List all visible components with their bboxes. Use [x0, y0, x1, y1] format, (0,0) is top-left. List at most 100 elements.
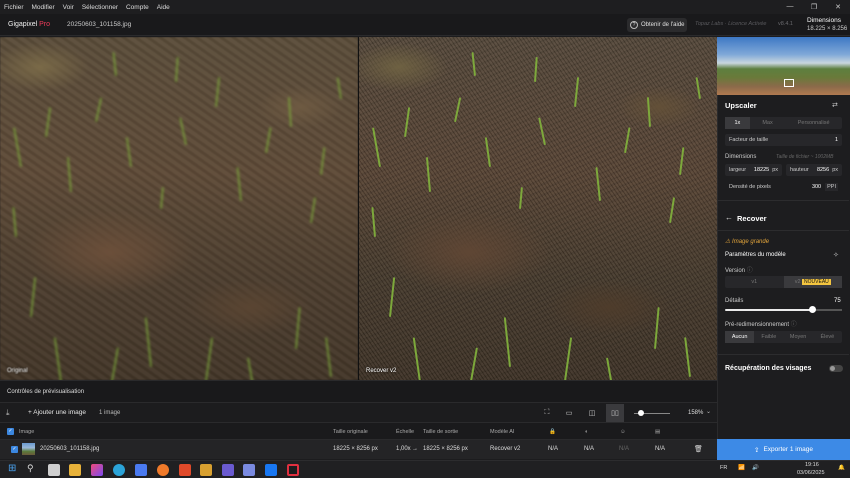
- row-scale: 1,00x: [396, 446, 411, 452]
- teams-icon[interactable]: [222, 464, 234, 476]
- row-checkbox[interactable]: ✓: [11, 446, 18, 453]
- resize-low[interactable]: Faible: [754, 331, 783, 343]
- clock-time[interactable]: 19:16: [805, 462, 819, 468]
- media-icon[interactable]: [200, 464, 212, 476]
- trash-icon[interactable]: 🗑: [694, 445, 703, 453]
- back-arrow-icon[interactable]: ←: [725, 213, 733, 222]
- col-scale[interactable]: Échelle: [396, 429, 414, 435]
- chevron-down-icon[interactable]: ⌄: [706, 408, 711, 415]
- help-button[interactable]: ? Obtenir de l'aide: [627, 18, 687, 32]
- download-icon[interactable]: ⤓: [6, 408, 10, 418]
- details-slider-track[interactable]: [813, 309, 842, 311]
- copilot-icon[interactable]: [91, 464, 103, 476]
- language-indicator[interactable]: FR: [720, 465, 727, 471]
- mode-custom[interactable]: Personnalisé: [785, 117, 842, 129]
- grass-blade: [53, 337, 62, 380]
- minimize-button[interactable]: —: [778, 3, 802, 11]
- lock-icon: 🔒: [549, 429, 556, 435]
- add-image-button[interactable]: + Ajouter une image: [28, 409, 86, 416]
- grass-blade: [695, 77, 701, 100]
- notification-icon[interactable]: 🔔: [838, 465, 845, 471]
- resize-medium[interactable]: Moyen: [784, 331, 813, 343]
- grass-blade: [684, 337, 691, 378]
- volume-icon[interactable]: 🔊: [752, 465, 759, 471]
- discord-icon[interactable]: [243, 464, 255, 476]
- grass-blade: [236, 167, 242, 202]
- row-original-size: 18225 × 8256 px: [333, 446, 378, 452]
- clock-date[interactable]: 03/06/2025: [797, 470, 825, 476]
- version-v1[interactable]: v1: [725, 276, 784, 288]
- details-slider-knob[interactable]: [809, 306, 816, 313]
- sparkle-icon[interactable]: ✧: [833, 251, 839, 259]
- density-unit[interactable]: PPI: [825, 183, 838, 191]
- menu-compte[interactable]: Compte: [122, 4, 153, 11]
- menu-aide[interactable]: Aide: [153, 4, 174, 11]
- single-view-button[interactable]: ▭: [560, 404, 578, 422]
- grass-blade: [669, 197, 676, 224]
- export-button[interactable]: ⇪ Exporter 1 image: [717, 439, 850, 460]
- swap-icon[interactable]: ⇄: [832, 101, 838, 109]
- image-viewer[interactable]: Original Recover v2: [0, 37, 717, 380]
- original-label: Original: [7, 368, 28, 374]
- store-icon[interactable]: [135, 464, 147, 476]
- col-output-size[interactable]: Taille de sortie: [423, 429, 458, 435]
- face-recovery-toggle[interactable]: [829, 365, 843, 372]
- grass-blade: [425, 157, 431, 193]
- original-pane[interactable]: Original: [0, 37, 358, 380]
- dimensions-label: Dimensions: [725, 154, 757, 160]
- facebook-icon[interactable]: [265, 464, 277, 476]
- grass-blade: [389, 277, 396, 318]
- zoom-slider-knob[interactable]: [638, 410, 644, 416]
- arrow-right-icon: →: [412, 446, 418, 452]
- mode-max[interactable]: Max: [750, 117, 785, 129]
- face-icon: ☺: [620, 429, 626, 435]
- factor-label: Facteur de taille: [729, 137, 769, 143]
- office-icon[interactable]: [179, 464, 191, 476]
- close-window-button[interactable]: ✕: [826, 3, 850, 11]
- select-all-checkbox[interactable]: ✓: [7, 428, 14, 435]
- grass-blade: [110, 347, 119, 380]
- zoom-value[interactable]: 158%: [688, 410, 703, 416]
- version-v2[interactable]: v2 NOUVEAU: [783, 276, 842, 288]
- resize-none[interactable]: Aucun: [725, 331, 755, 343]
- table-row[interactable]: ✓ 20250603_101158.jpg 18225 × 8256 px 1,…: [0, 440, 717, 459]
- navigator-viewport[interactable]: [784, 79, 794, 87]
- width-unit: px: [772, 167, 778, 173]
- details-slider-fill[interactable]: [725, 309, 813, 311]
- preview-controls-bar[interactable]: Contrôles de prévisualisation: [0, 380, 717, 402]
- menu-selectionner[interactable]: Sélectionner: [78, 4, 122, 11]
- maximize-button[interactable]: ❐: [802, 3, 826, 11]
- col-image[interactable]: Image: [19, 429, 34, 435]
- file-explorer-icon[interactable]: [69, 464, 81, 476]
- grass-blade: [412, 337, 421, 380]
- fit-view-button[interactable]: ⛶: [538, 404, 556, 422]
- menu-modifier[interactable]: Modifier: [28, 4, 59, 11]
- search-icon[interactable]: ⚲: [27, 463, 39, 475]
- side-by-side-icon: ▯▯: [611, 410, 619, 417]
- width-field[interactable]: largeur 18225 px: [725, 164, 782, 176]
- gigapixel-taskbar-icon[interactable]: [287, 464, 299, 476]
- enhanced-pane[interactable]: Recover v2: [359, 37, 717, 380]
- firefox-icon[interactable]: [157, 464, 169, 476]
- upscaler-title: Upscaler: [725, 101, 757, 110]
- resize-high[interactable]: Élevé: [813, 331, 842, 343]
- windows-start-icon[interactable]: ⊞: [8, 463, 20, 475]
- grass-blade: [595, 167, 601, 202]
- density-field[interactable]: Densité de pixels 300 PPI: [725, 181, 842, 193]
- app-header: Gigapixel Pro 20250603_101158.jpg ? Obten…: [0, 14, 850, 36]
- app-tier: Pro: [39, 21, 51, 28]
- menu-fichier[interactable]: Fichier: [0, 4, 28, 11]
- task-view-icon[interactable]: [48, 464, 60, 476]
- app-name: Gigapixel: [8, 21, 38, 28]
- grass-blade: [13, 127, 22, 168]
- mode-1x[interactable]: 1x: [725, 117, 750, 129]
- col-model[interactable]: Modèle AI: [490, 429, 514, 435]
- side-by-side-view-button[interactable]: ▯▯: [606, 404, 624, 422]
- height-field[interactable]: hauteur 8256 px: [786, 164, 842, 176]
- col-original-size[interactable]: Taille originale: [333, 429, 368, 435]
- split-view-button[interactable]: ◫: [583, 404, 601, 422]
- edge-icon[interactable]: [113, 464, 125, 476]
- network-icon[interactable]: 📶: [738, 465, 745, 471]
- factor-field[interactable]: Facteur de taille 1: [725, 134, 842, 146]
- menu-voir[interactable]: Voir: [59, 4, 78, 11]
